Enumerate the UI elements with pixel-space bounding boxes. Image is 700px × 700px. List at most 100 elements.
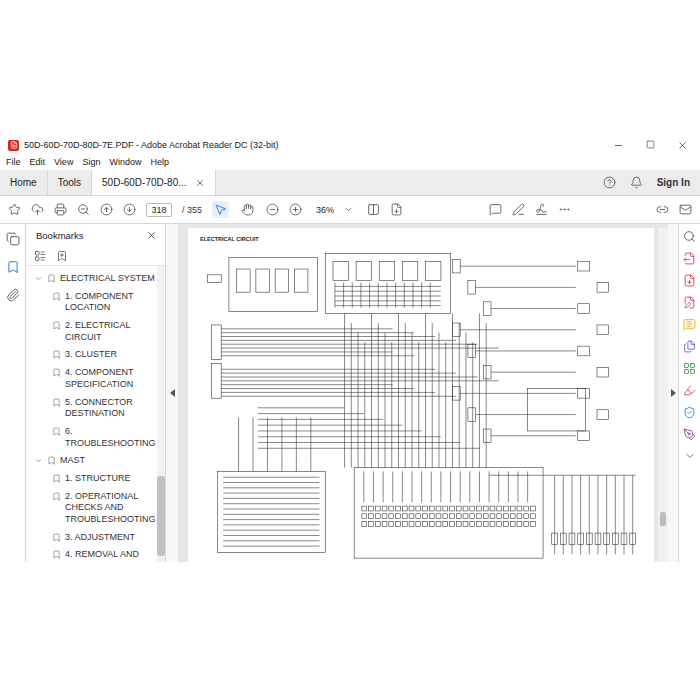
search-icon[interactable] [683,230,696,243]
bookmark-icon[interactable] [47,274,56,283]
zoom-field[interactable]: 36% [312,204,357,216]
bookmark-icon[interactable] [47,456,56,465]
combine-files-icon[interactable] [683,340,696,353]
protect-icon[interactable] [683,406,696,419]
more-icon[interactable] [558,203,571,216]
bookmark-item[interactable]: 2. OPERATIONAL CHECKS AND TROUBLESHOOTIN… [32,488,157,529]
zoom-minus-icon[interactable] [266,203,279,216]
signature-icon[interactable] [535,203,548,216]
panel-close-icon[interactable] [146,230,157,241]
expand-icon[interactable] [34,274,43,283]
create-pdf-icon[interactable] [683,274,696,287]
bookmark-item[interactable]: 3. ADJUSTMENT [32,529,157,547]
tab-bar: HomeTools50D-60D-70D-80... Sign In [0,170,700,196]
pages-icon[interactable] [6,232,20,246]
menu-item[interactable]: Edit [30,157,46,167]
close-icon[interactable] [677,140,688,151]
menu-item[interactable]: File [6,157,21,167]
bookmark-icon[interactable] [52,474,61,483]
mail-icon[interactable] [679,203,692,216]
bookmark-icon[interactable] [52,533,61,542]
menu-item[interactable]: Help [150,157,169,167]
sign-in-button[interactable]: Sign In [657,177,690,188]
pen-icon[interactable] [512,203,525,216]
expand-handle[interactable] [668,224,678,562]
next-page-icon[interactable] [123,203,136,216]
options-icon[interactable] [34,250,46,262]
bookmark-item[interactable]: 4. REMOVAL AND INSTALLATION [32,546,157,562]
tab[interactable]: 50D-60D-70D-80... [92,170,215,195]
panel-scrollbar[interactable] [157,266,165,562]
previous-page-icon[interactable] [100,203,113,216]
menu-item[interactable]: View [54,157,73,167]
document-scrollbar[interactable] [658,228,668,562]
bookmark-item[interactable]: 2. ELECTRICAL CIRCUIT [32,317,157,346]
organize-pages-icon[interactable] [683,362,696,375]
menu-item[interactable]: Window [109,157,141,167]
bookmark-icon[interactable] [52,427,61,436]
zoom-plus-icon[interactable] [289,203,302,216]
pdf-page: ELECTRICAL CIRCUIT [188,228,654,562]
edit-pdf-icon[interactable] [683,296,696,309]
bookmark-item[interactable]: 1. COMPONENT LOCATION [32,288,157,317]
maximize-icon[interactable] [646,140,655,149]
tab[interactable]: Tools [48,170,92,195]
acrobat-window: 50D-60D-70D-80D-7E.PDF - Adobe Acrobat R… [0,136,700,562]
bell-icon[interactable] [630,176,643,189]
attachments-icon[interactable] [6,288,20,302]
bookmark-icon[interactable] [52,350,61,359]
bookmark-icon[interactable] [52,398,61,407]
main-area: BookmarksELECTRICAL SYSTEM1. COMPONENT L… [0,224,700,562]
bookmark-item[interactable]: 6. TROUBLESHOOTING [32,423,157,452]
expand-icon[interactable] [34,456,43,465]
select-icon[interactable] [214,203,227,216]
bookmark-icon[interactable] [52,368,61,377]
bookmark-item[interactable]: ELECTRICAL SYSTEM [32,270,157,288]
cloud-upload-icon[interactable] [31,203,44,216]
collapse-left-icon[interactable] [170,389,175,397]
tools-rail [678,224,700,562]
zoom-out-icon[interactable] [77,203,90,216]
printer-icon[interactable] [54,203,67,216]
menu-item[interactable]: Sign [82,157,100,167]
tab[interactable]: Home [0,170,48,195]
tab-close-icon[interactable] [195,178,205,188]
star-icon[interactable] [8,203,21,216]
bookmark-item[interactable]: 3. CLUSTER [32,346,157,364]
minimize-icon[interactable] [613,140,624,151]
bookmarks-rail-button[interactable] [6,260,20,274]
redact-icon[interactable] [683,384,696,397]
bookmark-item[interactable]: 4. COMPONENT SPECIFICATION [32,364,157,393]
page-field[interactable]: 318 [146,203,172,217]
share-link-icon[interactable] [656,203,669,216]
bookmarks-panel: BookmarksELECTRICAL SYSTEM1. COMPONENT L… [26,224,166,562]
bookmark-item[interactable]: MAST [32,452,157,470]
more-tools-icon[interactable] [684,450,696,462]
panel-tools [26,246,165,266]
comment-icon[interactable] [489,203,502,216]
help-icon[interactable] [603,176,616,189]
scroll-mode-icon[interactable] [390,203,403,216]
attachments-rail-button[interactable] [6,288,20,302]
select-tool-button[interactable] [212,201,229,218]
acrobat-icon [8,140,19,151]
bookmark-icon[interactable] [52,492,61,501]
bookmark-icon[interactable] [52,321,61,330]
bookmark-icon[interactable] [52,550,61,559]
fill-sign-icon[interactable] [683,428,696,441]
export-pdf-icon[interactable] [683,252,696,265]
bookmark-item[interactable]: 5. CONNECTOR DESTINATION [32,394,157,423]
page-layout-icon[interactable] [367,203,380,216]
comment-tool-icon[interactable] [683,318,696,331]
bookmarks-icon[interactable] [6,260,20,274]
collapse-handle[interactable] [166,224,178,562]
hand-icon[interactable] [241,203,254,216]
collapse-right-icon[interactable] [671,389,676,397]
left-rail [0,224,26,562]
hand-tool-button[interactable] [239,201,256,218]
dropdown-icon[interactable] [344,205,353,214]
bookmark-item[interactable]: 1. STRUCTURE [32,470,157,488]
bookmark-icon[interactable] [52,292,61,301]
add-bookmark-icon[interactable] [56,250,68,262]
pages-rail-button[interactable] [6,232,20,246]
